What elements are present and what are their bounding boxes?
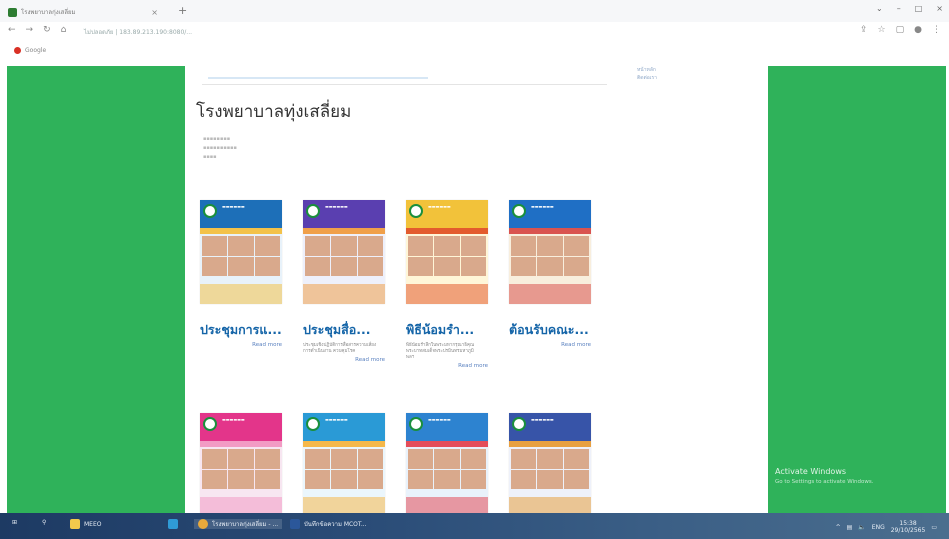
post-card[interactable]: ▬▬▬▬▬▬ ประชุมสื่อ... ประชุมเชิงปฏิบัติกา… [303, 200, 385, 363]
taskbar-item-edge[interactable] [168, 519, 178, 529]
activate-windows-watermark: Activate Windows Go to Settings to activ… [775, 466, 874, 488]
star-icon[interactable]: ☆ [878, 25, 886, 35]
post-thumbnail[interactable]: ▬▬▬▬▬▬ [200, 413, 282, 517]
post-thumbnail[interactable]: ▬▬▬▬▬▬ [509, 200, 591, 304]
hospital-logo-icon [306, 204, 320, 218]
folder-icon [70, 519, 80, 529]
hospital-logo-icon [203, 417, 217, 431]
minimize-icon[interactable]: – [897, 4, 901, 13]
side-link-home[interactable]: หน้าหลัก [637, 66, 657, 74]
back-icon[interactable]: ← [8, 25, 16, 35]
post-excerpt: ประชุมเชิงปฏิบัติการสื่อสารความเสี่ยง กา… [303, 343, 377, 354]
toolbar-right: ⇪ ☆ ▢ ● ⋮ [860, 25, 941, 35]
clock-date: 29/10/2565 [890, 527, 926, 534]
maximize-icon[interactable]: □ [915, 4, 923, 13]
search-button[interactable]: ⚲ [42, 519, 46, 526]
post-thumbnail[interactable]: ▬▬▬▬▬▬ [406, 200, 488, 304]
hospital-logo-icon [512, 204, 526, 218]
taskbar-item-chrome[interactable]: โรงพยาบาลกุ่งเสลี่ยม - ... [194, 519, 283, 529]
word-icon [290, 519, 300, 529]
chrome-icon [198, 519, 208, 529]
watermark-line2: Go to Settings to activate Windows. [775, 479, 874, 485]
post-title[interactable]: ประชุมการแ... [200, 320, 282, 340]
read-more-link[interactable]: Read more [406, 363, 488, 369]
reload-icon[interactable]: ↻ [43, 25, 51, 35]
language-indicator[interactable]: ENG [872, 524, 885, 531]
post-thumbnail[interactable]: ▬▬▬▬▬▬ [509, 413, 591, 517]
post-card[interactable]: ▬▬▬▬▬▬ ประชุมการแ... Read more [200, 200, 282, 348]
close-window-icon[interactable]: × [936, 4, 943, 13]
hospital-logo-icon [203, 204, 217, 218]
search-icon: ⚲ [42, 519, 47, 526]
nav-buttons: ← → ↻ ⌂ [8, 25, 66, 35]
notification-icon[interactable]: ▭ [931, 524, 937, 531]
read-more-link[interactable]: Read more [200, 342, 282, 348]
taskbar-item-word[interactable]: บันทึกข้อความ MCOT... [290, 519, 367, 529]
url-field[interactable]: ไม่ปลอดภัย | 183.89.213.190:8080/... [84, 27, 192, 37]
post-thumbnail[interactable]: ▬▬▬▬▬▬ [303, 200, 385, 304]
chevron-down-icon[interactable]: ⌄ [876, 4, 883, 13]
start-button[interactable]: ⊞ [12, 519, 17, 526]
volume-icon[interactable]: 🔈 [858, 524, 865, 531]
google-icon [14, 47, 21, 54]
network-icon[interactable]: ▤ [847, 524, 853, 531]
post-title[interactable]: พิธีน้อมรำ... [406, 320, 488, 340]
post-thumbnail[interactable]: ▬▬▬▬▬▬ [200, 200, 282, 304]
post-card[interactable]: ▬▬▬▬▬▬ [200, 413, 282, 517]
forward-icon[interactable]: → [26, 25, 34, 35]
page-title: โรงพยาบาลทุ่งเสลี่ยม [196, 102, 352, 122]
hospital-logo-icon [409, 417, 423, 431]
post-thumbnail[interactable]: ▬▬▬▬▬▬ [406, 413, 488, 517]
edge-icon [168, 519, 178, 529]
hospital-logo-icon [512, 417, 526, 431]
post-thumbnail[interactable]: ▬▬▬▬▬▬ [303, 413, 385, 517]
close-tab-icon[interactable]: × [151, 8, 158, 17]
taskbar-item-label: โรงพยาบาลกุ่งเสลี่ยม - ... [212, 521, 279, 528]
read-more-link[interactable]: Read more [509, 342, 591, 348]
share-icon[interactable]: ⇪ [860, 25, 868, 35]
chevron-up-icon[interactable]: ^ [836, 524, 841, 531]
windows-icon: ⊞ [12, 519, 18, 526]
hospital-logo-icon [409, 204, 423, 218]
taskbar: ⊞ ⚲ MEEO โรงพยาบาลกุ่งเสลี่ยม - ... บันท… [0, 513, 949, 539]
post-card[interactable]: ▬▬▬▬▬▬ [509, 413, 591, 517]
post-excerpt: พิธีน้อมรำลึกในพระมหากรุณาธิคุณ พระบาทสม… [406, 343, 475, 360]
search-strip[interactable] [202, 72, 607, 85]
clock[interactable]: 15:38 29/10/2565 [891, 520, 926, 534]
favicon-icon [8, 7, 17, 17]
browser-tab[interactable]: โรงพยาบาลกุ่งเสลี่ยม × [8, 4, 158, 20]
taskbar-item-label: บันทึกข้อความ MCOT... [304, 521, 367, 528]
post-card[interactable]: ▬▬▬▬▬▬ พิธีน้อมรำ... พิธีน้อมรำลึกในพระม… [406, 200, 488, 369]
post-meta: ▪▪▪▪▪▪▪▪ ▪▪▪▪▪▪▪▪▪▪ ▪▪▪▪ [203, 136, 237, 160]
post-card[interactable]: ▬▬▬▬▬▬ [406, 413, 488, 517]
system-tray: ^ ▤ 🔈 ENG 15:38 29/10/2565 ▭ [836, 520, 937, 534]
watermark-line1: Activate Windows [775, 467, 847, 476]
right-green-panel [768, 66, 946, 514]
read-more-link[interactable]: Read more [303, 357, 385, 363]
profile-icon[interactable]: ● [914, 25, 922, 35]
post-title[interactable]: ประชุมสื่อ... [303, 320, 385, 340]
side-links: หน้าหลัก ติดต่อเรา [637, 66, 657, 82]
side-link-contact[interactable]: ติดต่อเรา [637, 74, 657, 82]
bookmark-google[interactable]: Google [14, 47, 46, 54]
bookmark-bar [0, 42, 949, 62]
post-card[interactable]: ▬▬▬▬▬▬ [303, 413, 385, 517]
window-controls: ⌄ – □ × [876, 4, 943, 13]
left-green-panel [7, 66, 185, 514]
tab-title: โรงพยาบาลกุ่งเสลี่ยม [21, 9, 76, 16]
bookmark-label: Google [25, 47, 47, 54]
clock-time: 15:38 [899, 520, 917, 527]
post-title[interactable]: ต้อนรับคณะ... [509, 320, 591, 340]
menu-icon[interactable]: ⋮ [932, 25, 941, 35]
taskbar-item-file-explorer[interactable]: MEEO [70, 519, 101, 529]
home-icon[interactable]: ⌂ [61, 25, 67, 35]
post-card[interactable]: ▬▬▬▬▬▬ ต้อนรับคณะ... Read more [509, 200, 591, 348]
hospital-logo-icon [306, 417, 320, 431]
sidebar-icon[interactable]: ▢ [896, 25, 905, 35]
taskbar-item-label: MEEO [84, 520, 102, 528]
new-tab-icon[interactable]: + [178, 4, 187, 17]
